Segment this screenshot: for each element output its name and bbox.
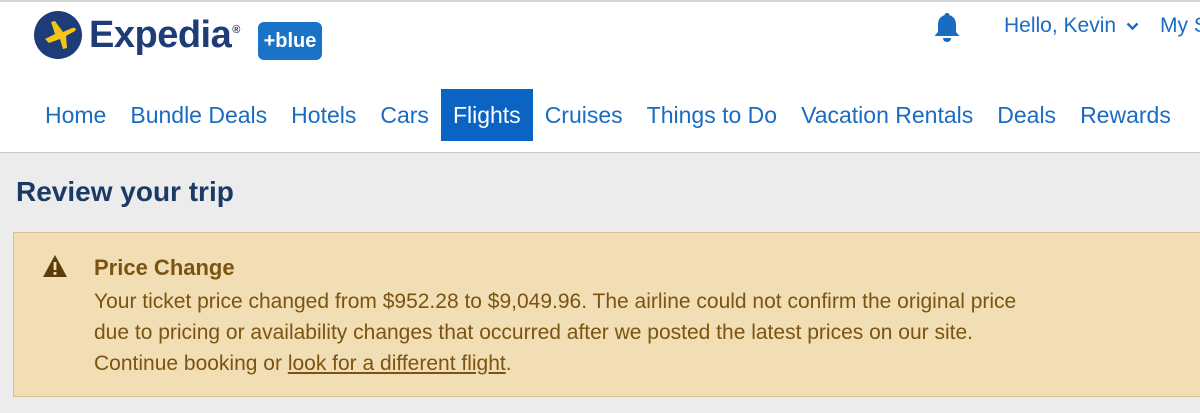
nav-cars[interactable]: Cars	[368, 89, 441, 141]
warning-icon	[43, 255, 67, 277]
nav-vacation-rentals[interactable]: Vacation Rentals	[789, 89, 985, 141]
registered-mark: ®	[232, 23, 240, 36]
alert-title: Price Change	[94, 255, 235, 280]
alert-line-3-suffix: .	[505, 352, 512, 375]
alert-line-3-prefix: Continue booking or	[94, 352, 288, 375]
nav-things-to-do[interactable]: Things to Do	[635, 89, 789, 141]
nav-deals[interactable]: Deals	[985, 89, 1068, 141]
my-scratchpad-link[interactable]: My S	[1160, 14, 1200, 38]
primary-nav: Home Bundle Deals Hotels Cars Flights Cr…	[33, 89, 1183, 141]
nav-bundle-deals[interactable]: Bundle Deals	[118, 89, 279, 141]
alert-message: Your ticket price changed from $952.28 t…	[94, 286, 1184, 379]
site-header: Expedia® +blue Hello, Kevin My S Home Bu…	[0, 0, 1200, 153]
expedia-logo[interactable]: Expedia®	[33, 5, 240, 65]
nav-cruises[interactable]: Cruises	[533, 89, 635, 141]
alert-line-2: due to pricing or availability changes t…	[94, 321, 973, 344]
nav-home[interactable]: Home	[33, 89, 118, 141]
brand-wordmark: Expedia®	[89, 14, 240, 57]
brand-name: Expedia	[89, 13, 232, 56]
globe-logo-icon	[34, 11, 82, 59]
top-divider	[0, 0, 1200, 2]
price-change-alert: Price Change Your ticket price changed f…	[13, 232, 1200, 397]
page-title: Review your trip	[16, 176, 234, 207]
plus-blue-badge: +blue	[258, 22, 322, 60]
nav-hotels[interactable]: Hotels	[279, 89, 368, 141]
chevron-down-icon	[1126, 22, 1139, 30]
greeting-text: Hello, Kevin	[1004, 14, 1117, 37]
alert-line-3: Continue booking or look for a different…	[94, 348, 1184, 379]
account-menu[interactable]: Hello, Kevin	[1004, 14, 1139, 38]
different-flight-link[interactable]: look for a different flight	[288, 352, 506, 375]
nav-rewards[interactable]: Rewards	[1068, 89, 1183, 141]
bell-icon[interactable]	[930, 10, 964, 44]
alert-line-1: Your ticket price changed from $952.28 t…	[94, 290, 1017, 313]
nav-flights[interactable]: Flights	[440, 89, 533, 141]
